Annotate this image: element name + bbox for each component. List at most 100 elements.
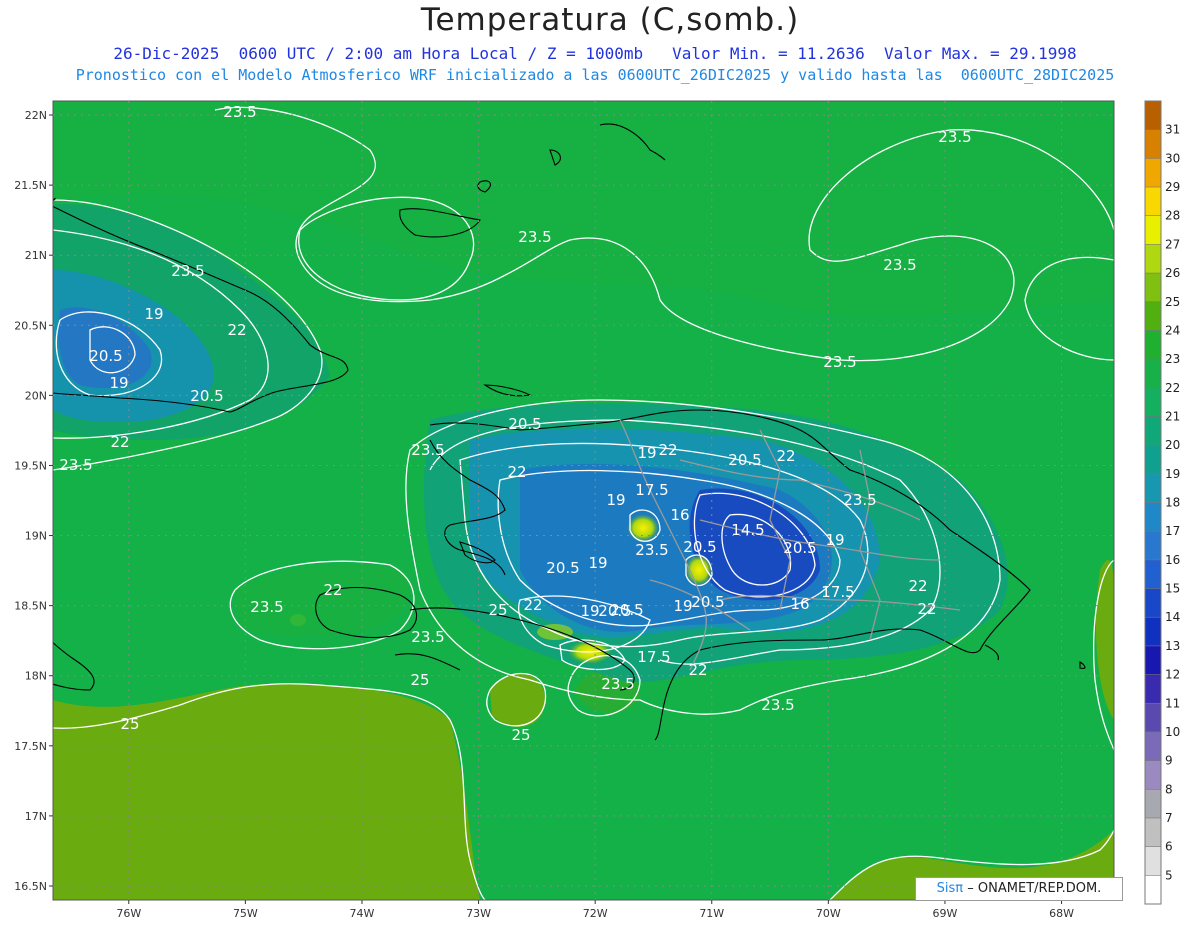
contour-label: 20.5	[546, 559, 579, 577]
colorbar-label: 18	[1165, 496, 1180, 510]
contour-label: 23.5	[601, 675, 634, 693]
colorbar-swatch	[1145, 588, 1161, 618]
contour-label: 25	[511, 726, 530, 744]
colorbar-label: 26	[1165, 266, 1180, 280]
contour-label: 20.5	[691, 593, 724, 611]
contour-label: 22	[323, 581, 342, 599]
colorbar-label: 19	[1165, 467, 1180, 481]
colorbar-label: 30	[1165, 151, 1180, 165]
contour-label: 22	[110, 433, 129, 451]
contour-label: 19	[109, 374, 128, 392]
contour-label: 25	[410, 671, 429, 689]
lon-label: 76W	[116, 907, 141, 920]
colorbar-swatch	[1145, 760, 1161, 790]
contour-label: 23.5	[411, 441, 444, 459]
contour-label: 19	[825, 531, 844, 549]
contour-label: 20.5	[783, 539, 816, 557]
lat-label: 18N	[25, 670, 47, 683]
credit-box: Sisπ – ONAMET/REP.DOM.	[915, 877, 1123, 901]
colorbar-swatch	[1145, 101, 1161, 131]
contour-label: 23.5	[250, 598, 283, 616]
contour-label: 23.5	[171, 262, 204, 280]
lat-label: 20.5N	[14, 319, 47, 332]
colorbar-swatch	[1145, 645, 1161, 676]
colorbar-label: 10	[1165, 725, 1180, 739]
lon-label: 75W	[233, 907, 258, 920]
contour-label: 20.5	[508, 415, 541, 433]
contour-label: 20.5	[89, 347, 122, 365]
colorbar-label: 27	[1165, 237, 1180, 251]
colorbar-label: 13	[1165, 639, 1180, 653]
contour-label: 22	[523, 596, 542, 614]
contour-label: 23.5	[635, 541, 668, 559]
lat-label: 17N	[25, 810, 47, 823]
contour-label: 19	[637, 444, 656, 462]
sis-logo-text: Sisπ	[936, 881, 964, 896]
contour-label: 22	[917, 600, 936, 618]
colorbar-swatch	[1145, 789, 1161, 819]
contour-label: 22	[658, 441, 677, 459]
contour-label: 23.5	[59, 456, 92, 474]
colorbar-label: 11	[1165, 696, 1180, 710]
lon-label: 71W	[699, 907, 724, 920]
colorbar-label: 24	[1165, 323, 1180, 337]
colorbar-swatch	[1145, 273, 1161, 303]
colorbar-swatch	[1145, 875, 1161, 905]
colorbar-label: 8	[1165, 782, 1173, 796]
lat-label: 19N	[25, 530, 47, 543]
contour-label: 23.5	[518, 228, 551, 246]
colorbar-swatch	[1145, 129, 1161, 159]
contour-label: 19	[144, 305, 163, 323]
contour-label: 22	[688, 661, 707, 679]
colorbar-swatch	[1145, 731, 1161, 762]
contour-label: 23.5	[223, 103, 256, 121]
colorbar-label: 17	[1165, 524, 1180, 538]
colorbar-swatch	[1145, 187, 1161, 217]
lon-label: 74W	[350, 907, 375, 920]
warm-area-sw	[53, 683, 480, 900]
colorbar-swatch	[1145, 330, 1161, 360]
contour-label: 23.5	[761, 696, 794, 714]
lat-label: 20N	[25, 389, 47, 402]
colorbar-label: 14	[1165, 610, 1180, 624]
contour-label: 23.5	[938, 128, 971, 146]
colorbar-label: 15	[1165, 582, 1180, 596]
contour-label: 20.5	[728, 451, 761, 469]
colorbar-swatch	[1145, 416, 1161, 446]
colorbar-swatch	[1145, 559, 1161, 590]
contour-label: 25	[488, 601, 507, 619]
lon-label: 72W	[583, 907, 608, 920]
contour-label: 22	[776, 447, 795, 465]
contour-label: 20.5	[683, 538, 716, 556]
lat-label: 19.5N	[14, 459, 47, 472]
colorbar-label: 6	[1165, 840, 1173, 854]
contour-label: 20.5	[190, 387, 223, 405]
lat-label: 21.5N	[14, 179, 47, 192]
colorbar-swatch	[1145, 817, 1161, 848]
colorbar-label: 20	[1165, 438, 1180, 452]
plot-area	[53, 101, 1114, 900]
colorbar-swatch	[1145, 158, 1161, 188]
lat-label: 17.5N	[14, 740, 47, 753]
lat-label: 16.5N	[14, 880, 47, 893]
colorbar-label: 5	[1165, 868, 1173, 882]
contour-label: 19	[580, 602, 599, 620]
colorbar-swatch	[1145, 244, 1161, 274]
contour-label: 19	[588, 554, 607, 572]
colorbar-label: 22	[1165, 381, 1180, 395]
contour-label: 20.5	[610, 601, 643, 619]
colorbar-label: 12	[1165, 668, 1180, 682]
lat-label: 22N	[25, 109, 47, 122]
lat-label: 18.5N	[14, 600, 47, 613]
contour-label: 25	[120, 715, 139, 733]
colorbar-label: 25	[1165, 295, 1180, 309]
contour-label: 16	[790, 595, 809, 613]
contour-label: 23.5	[823, 353, 856, 371]
colorbar-swatch	[1145, 703, 1161, 733]
colorbar-swatch	[1145, 531, 1161, 561]
contour-label: 22	[227, 321, 246, 339]
lon-label: 73W	[466, 907, 491, 920]
contour-label: 22	[507, 463, 526, 481]
contour-label: 17.5	[637, 648, 670, 666]
colorbar-swatch	[1145, 215, 1161, 245]
